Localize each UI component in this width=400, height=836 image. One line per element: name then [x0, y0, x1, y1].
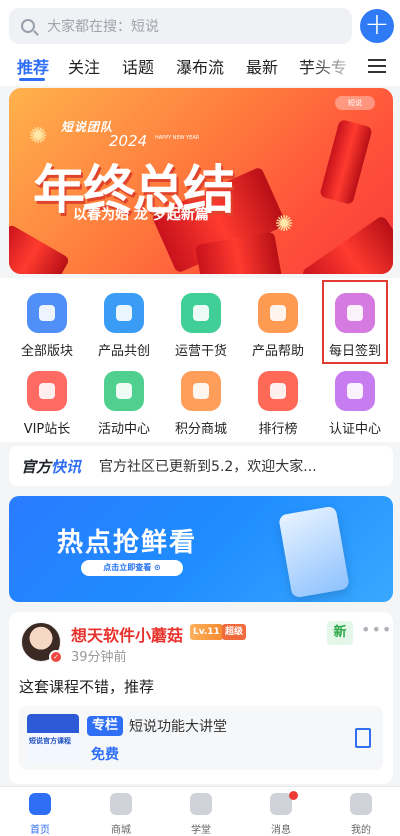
promo-title: 热点抢鲜看: [57, 528, 198, 558]
chat-icon: [104, 293, 144, 333]
verified-badge-icon: ✓: [49, 650, 63, 664]
book-star-icon: [181, 293, 221, 333]
post-time: 39分钟前: [71, 650, 127, 665]
tab-follow[interactable]: 关注: [68, 54, 100, 78]
shortcut-label: 产品帮助: [251, 344, 304, 359]
home-icon: [29, 793, 51, 815]
shortcut-grid: 全部版块 产品共创 运营干货 产品帮助 每日签到 VIP站长 活动中心 积分商城…: [0, 278, 400, 442]
firecracker-image: [9, 223, 71, 274]
shortcut-ranking[interactable]: 排行榜: [243, 360, 313, 437]
phone-illustration: [278, 505, 350, 599]
official-news-ticker[interactable]: 官方快讯 官方社区已更新到5.2，欢迎大家...: [9, 446, 393, 486]
add-post-button[interactable]: +: [360, 9, 394, 43]
search-placeholder: 大家都在搜：短说: [47, 19, 159, 35]
nav-messages[interactable]: 消息: [251, 791, 311, 836]
course-attachment[interactable]: 短说官方课程 专栏 短说功能大讲堂 免费: [19, 706, 383, 770]
firework-decoration: ✺: [275, 212, 294, 237]
shortcut-label: 认证中心: [328, 422, 381, 437]
course-title: 短说功能大讲堂: [129, 719, 227, 735]
trophy-icon: [258, 371, 298, 411]
more-options-icon[interactable]: •••: [361, 620, 392, 639]
nav-label: 商城: [111, 825, 131, 836]
tab-fade: [312, 50, 360, 84]
author-name[interactable]: 想天软件小蘑菇: [71, 622, 183, 646]
shortcut-help[interactable]: 产品帮助: [243, 282, 313, 359]
firecracker-image: [300, 214, 393, 274]
shortcut-operations[interactable]: 运营干货: [166, 282, 236, 359]
shortcut-daily-checkin[interactable]: 每日签到: [322, 280, 388, 364]
nav-shop[interactable]: 商城: [91, 791, 151, 836]
banner-carousel[interactable]: ✺ ✺ 短说 短说团队 2024 HAPPY NEW YEAR 年终总结 以春为…: [9, 88, 393, 274]
nav-profile[interactable]: 我的: [331, 791, 391, 836]
column-tag: 专栏: [87, 716, 124, 736]
book-icon: [355, 728, 371, 748]
nav-label: 我的: [351, 825, 371, 836]
banner-brand-badge: 短说: [335, 96, 375, 110]
banner-slogan: 以春为始 龙 岁起新篇: [73, 207, 209, 223]
shortcut-label: 每日签到: [328, 344, 381, 359]
shortcut-label: VIP站长: [23, 422, 71, 437]
bag-icon: [181, 371, 221, 411]
vip-badge: 超级: [222, 624, 247, 640]
nav-label: 消息: [271, 825, 291, 836]
course-thumbnail: 短说官方课程: [27, 714, 79, 762]
video-icon: [258, 293, 298, 333]
grid-icon: [27, 293, 67, 333]
layers-icon: [335, 371, 375, 411]
shortcut-label: 全部版块: [20, 344, 73, 359]
shortcut-co-create[interactable]: 产品共创: [89, 282, 159, 359]
shortcut-label: 排行榜: [258, 422, 298, 437]
megaphone-icon: [104, 371, 144, 411]
graduation-icon: [190, 793, 212, 815]
nav-home[interactable]: 首页: [10, 791, 70, 836]
news-tag: 官方快讯: [21, 457, 82, 476]
shop-icon: [110, 793, 132, 815]
shortcut-label: 运营干货: [174, 344, 227, 359]
tab-recommend[interactable]: 推荐: [17, 54, 49, 78]
shortcut-label: 产品共创: [97, 344, 150, 359]
tab-waterfall[interactable]: 瀑布流: [176, 54, 224, 78]
news-text: 官方社区已更新到5.2，欢迎大家...: [99, 459, 317, 475]
top-bar: 大家都在搜：短说 + 推荐 关注 话题 瀑布流 最新 芋头专: [0, 0, 400, 86]
menu-icon[interactable]: [368, 59, 386, 73]
banner-team: 短说团队: [61, 120, 114, 134]
nav-label: 首页: [30, 825, 50, 836]
active-tab-indicator: [19, 78, 45, 81]
unread-dot: [289, 791, 298, 800]
promo-banner[interactable]: 热点抢鲜看 点击立即查看 ⊙: [9, 496, 393, 602]
shortcut-vip[interactable]: VIP站长: [12, 360, 82, 437]
nav-label: 学堂: [191, 825, 211, 836]
level-badge: Lv.11: [190, 624, 223, 640]
shortcut-events[interactable]: 活动中心: [89, 360, 159, 437]
search-bar[interactable]: 大家都在搜：短说: [9, 8, 352, 44]
banner-subtitle-en: HAPPY NEW YEAR: [155, 135, 200, 141]
shortcut-label: 积分商城: [174, 422, 227, 437]
nav-academy[interactable]: 学堂: [171, 791, 231, 836]
user-icon: [350, 793, 372, 815]
promo-view-button[interactable]: 点击立即查看 ⊙: [81, 560, 183, 576]
tab-latest[interactable]: 最新: [246, 54, 278, 78]
calendar-icon: [335, 293, 375, 333]
tab-topic[interactable]: 话题: [122, 54, 154, 78]
firework-decoration: ✺: [29, 124, 48, 149]
bottom-nav: 首页 商城 学堂 消息 我的: [0, 786, 400, 836]
shortcut-all-boards[interactable]: 全部版块: [12, 282, 82, 359]
shortcut-points-mall[interactable]: 积分商城: [166, 360, 236, 437]
crown-icon: [27, 371, 67, 411]
post-content: 这套课程不错，推荐: [19, 678, 155, 696]
firecracker-image: [319, 118, 373, 206]
shortcut-label: 活动中心: [97, 422, 150, 437]
search-icon: [21, 19, 35, 33]
new-badge: 新: [327, 621, 353, 645]
shortcut-certification[interactable]: 认证中心: [320, 360, 390, 437]
course-price: 免费: [91, 747, 119, 763]
course-thumbnail-text: 短说官方课程: [29, 737, 71, 745]
tab-bar: 推荐 关注 话题 瀑布流 最新 芋头专: [0, 50, 400, 84]
post-card[interactable]: ✓ 想天软件小蘑菇 Lv.11 超级 新 ••• 39分钟前 这套课程不错，推荐…: [9, 612, 393, 784]
